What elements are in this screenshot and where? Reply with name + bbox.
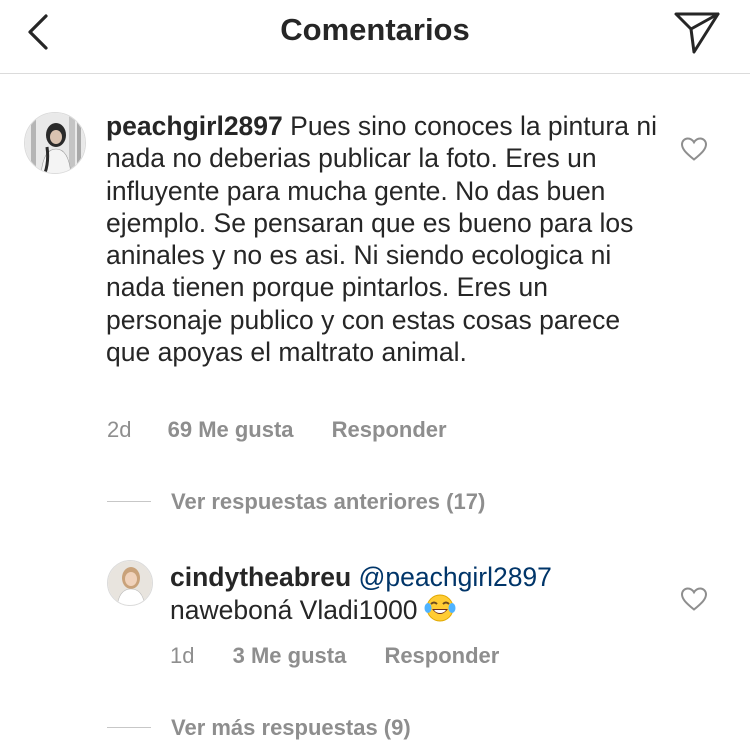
comment-username[interactable]: peachgirl2897 [106, 111, 283, 141]
header-bar: Comentarios [0, 0, 750, 74]
send-button[interactable] [672, 8, 722, 56]
comment-body: peachgirl2897 Pues sino conoces la pintu… [106, 110, 666, 368]
avatar[interactable] [107, 560, 153, 606]
reply-likes[interactable]: 3 Me gusta [233, 643, 347, 669]
comment-likes[interactable]: 69 Me gusta [168, 417, 294, 443]
view-previous-replies[interactable]: Ver respuestas anteriores (17) [107, 489, 485, 515]
like-button[interactable] [680, 586, 708, 612]
view-more-replies[interactable]: Ver más respuestas (9) [107, 715, 411, 741]
direct-send-icon [674, 12, 720, 54]
like-button[interactable] [680, 136, 708, 162]
page-title: Comentarios [280, 12, 470, 47]
heart-outline-icon [680, 137, 708, 161]
view-previous-replies-label: Ver respuestas anteriores (17) [171, 489, 486, 514]
profile-photo-image [25, 113, 85, 173]
avatar[interactable] [24, 112, 86, 174]
profile-photo-image [108, 561, 152, 605]
reply-meta: 1d 3 Me gusta Responder [170, 643, 499, 669]
reply-username[interactable]: cindytheabreu [170, 562, 351, 592]
reply-mention[interactable]: @peachgirl2897 [359, 562, 552, 592]
reply-button[interactable]: Responder [332, 417, 447, 443]
comment-timestamp: 2d [107, 417, 132, 442]
heart-outline-icon [680, 587, 708, 611]
reply-text: naweboná Vladi1000 [170, 595, 418, 626]
view-more-replies-label: Ver más respuestas (9) [171, 715, 411, 740]
reply-timestamp: 1d [170, 643, 195, 668]
reply-button[interactable]: Responder [384, 643, 499, 669]
reply-body: cindytheabreu @peachgirl2897 naweboná Vl… [170, 561, 650, 631]
comment-meta: 2d 69 Me gusta Responder [107, 417, 447, 443]
comment-text: Pues sino conoces la pintura ni nada no … [106, 111, 657, 368]
divider-line [107, 726, 151, 728]
divider-line [107, 500, 151, 502]
face-with-tears-of-joy-icon [424, 593, 456, 630]
